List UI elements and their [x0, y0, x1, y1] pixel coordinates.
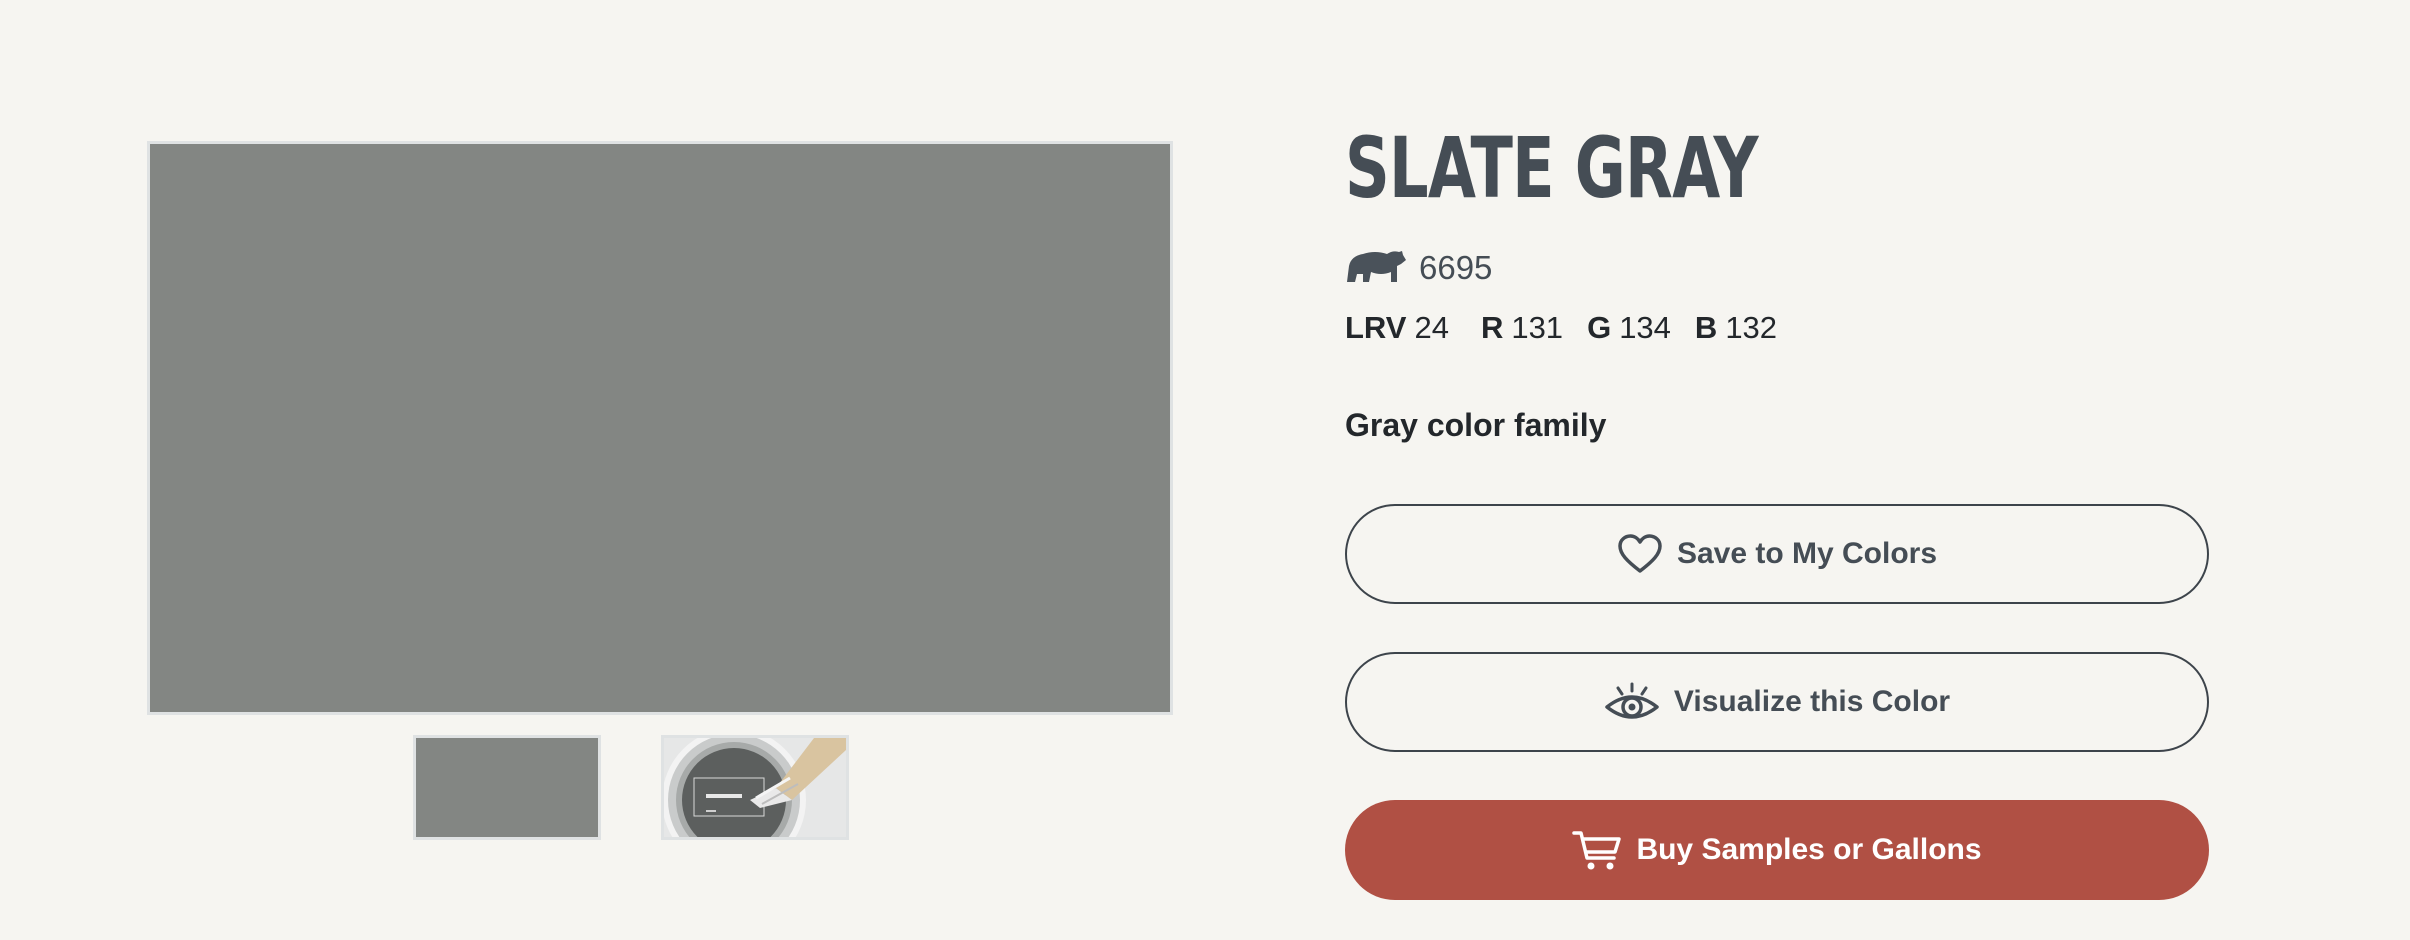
color-family: Gray color family [1345, 407, 1607, 443]
g-number: 134 [1619, 310, 1671, 345]
main-color-swatch [147, 141, 1173, 715]
color-code: 6695 [1419, 249, 1493, 286]
g-label: G [1587, 310, 1612, 345]
r-label: R [1480, 310, 1504, 345]
lrv-number: 24 [1414, 310, 1449, 345]
paint-can-image [664, 738, 846, 837]
color-detail-page: SLATE GRAY 6695 LRV 24 R 131 G 134 B 132… [0, 0, 2410, 940]
save-button-label: Save to My Colors [1676, 537, 1938, 570]
heart-icon [1618, 534, 1662, 573]
lrv-label: LRV [1345, 310, 1407, 345]
b-value: B 132 [1695, 307, 1777, 349]
b-number: 132 [1725, 310, 1778, 345]
visualize-button-label: Visualize this Color [1673, 685, 1951, 718]
color-code-row: 6695 [1345, 246, 1492, 290]
save-to-my-colors-button[interactable]: Save to My Colors [1345, 504, 2209, 604]
color-name: SLATE GRAY [1345, 119, 1759, 217]
buy-samples-button[interactable]: Buy Samples or Gallons [1345, 800, 2209, 900]
thumbnail-color-swatch[interactable] [413, 735, 601, 840]
b-label: B [1694, 310, 1718, 345]
cart-icon [1572, 831, 1622, 870]
color-values: LRV 24 R 131 G 134 B 132 [1345, 307, 1777, 349]
buy-button-label: Buy Samples or Gallons [1636, 833, 1982, 866]
r-value: R 131 [1481, 307, 1563, 349]
visualize-color-button[interactable]: Visualize this Color [1345, 652, 2209, 752]
r-number: 131 [1511, 310, 1564, 345]
thumbnail-paint-can[interactable] [661, 735, 849, 840]
lrv-value: LRV 24 [1345, 307, 1449, 349]
bear-icon [1347, 251, 1406, 282]
eye-icon [1605, 682, 1659, 719]
g-value: G 134 [1587, 307, 1671, 349]
